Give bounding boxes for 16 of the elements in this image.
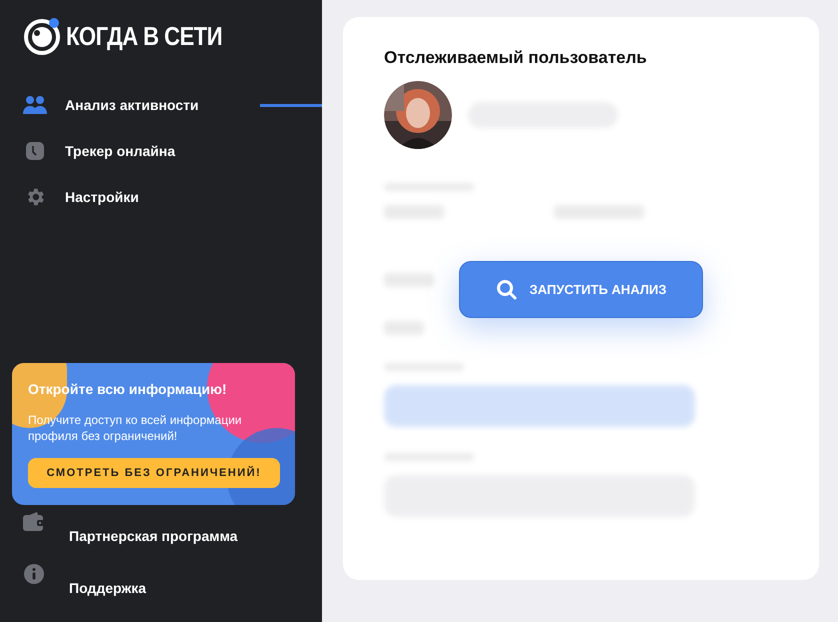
card-title: Отслеживаемый пользователь	[384, 47, 648, 69]
logo-text: КОГДА В СЕТИ	[66, 20, 222, 52]
active-indicator	[260, 104, 322, 107]
nav-item[interactable]: Анализ активности	[23, 94, 199, 116]
unlock-button[interactable]: СМОТРЕТЬ БЕЗ ОГРАНИЧЕНИЙ!	[28, 458, 280, 488]
wallet-icon	[23, 512, 45, 532]
info-icon	[24, 564, 44, 584]
clock-icon	[26, 142, 44, 160]
logo-icon	[22, 16, 62, 56]
nav-item[interactable]: Трекер онлайна	[23, 140, 176, 162]
search-icon	[496, 278, 518, 300]
nav-item[interactable]: Поддержка	[0, 564, 322, 616]
nav-item[interactable]: Партнерская программа	[0, 512, 322, 564]
nav-item[interactable]: Настройки	[23, 186, 139, 208]
people-icon	[23, 95, 47, 115]
start-analysis-button[interactable]: ЗАПУСТИТЬ АНАЛИЗ	[459, 261, 703, 318]
